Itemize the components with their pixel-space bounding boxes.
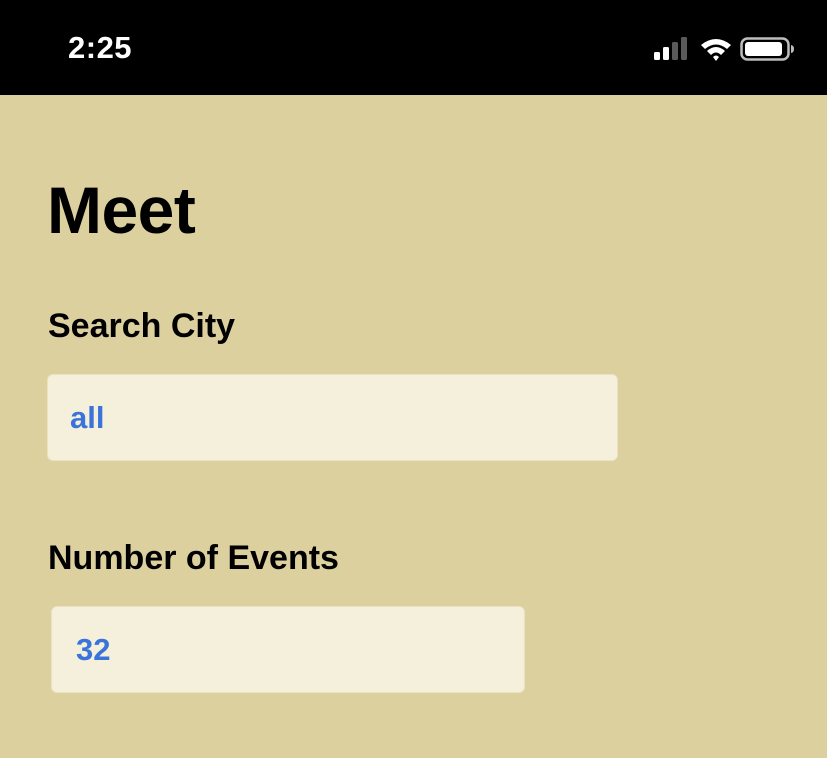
app-title: Meet	[47, 173, 196, 247]
status-icons	[650, 36, 800, 64]
status-bar: 2:25	[0, 0, 827, 95]
search-city-label: Search City	[48, 307, 236, 345]
status-time: 2:25	[68, 30, 133, 65]
signal-icon	[654, 37, 687, 60]
search-city-input[interactable]	[47, 374, 618, 461]
number-of-events-input[interactable]	[51, 606, 525, 693]
battery-icon	[740, 37, 794, 61]
wifi-icon	[701, 39, 731, 61]
number-of-events-label: Number of Events	[48, 539, 339, 577]
app-content: Meet Search City Number of Events	[0, 95, 827, 758]
